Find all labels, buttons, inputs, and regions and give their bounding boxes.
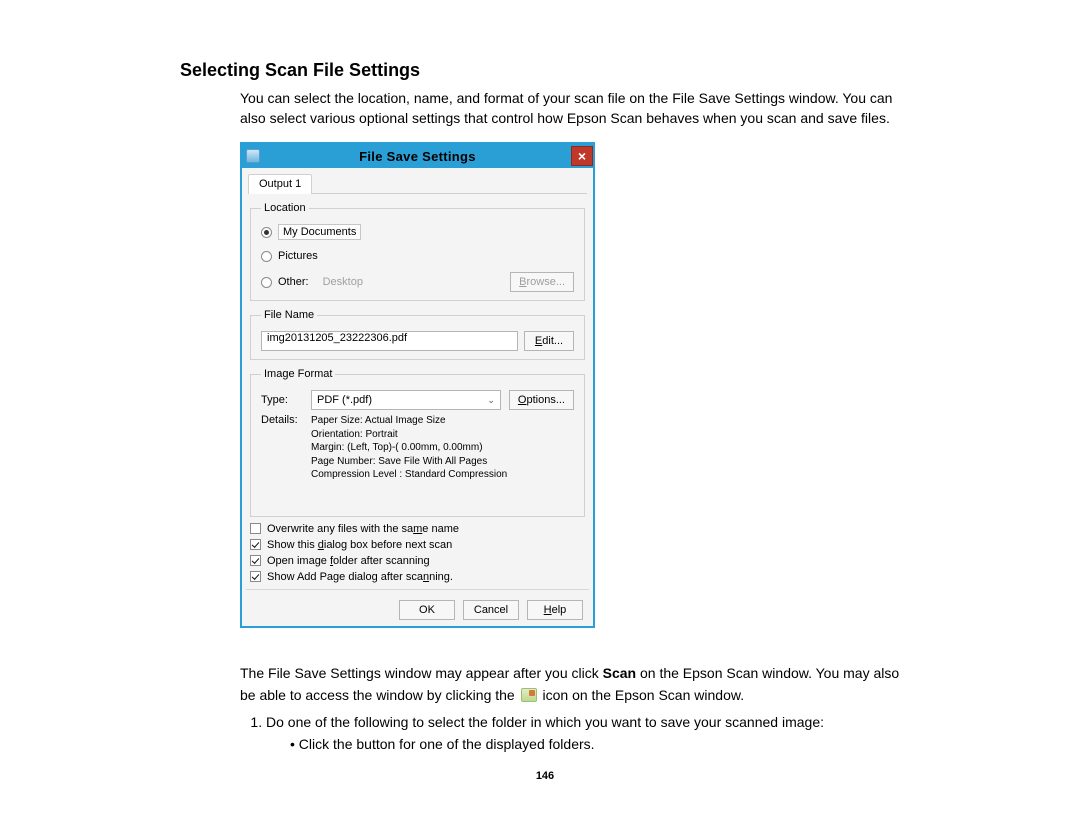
detail-line: Paper Size: Actual Image Size: [311, 414, 507, 428]
help-button[interactable]: Help: [527, 600, 583, 620]
radio-my-documents-label: My Documents: [278, 224, 361, 240]
type-dropdown-value: PDF (*.pdf): [317, 394, 372, 406]
file-save-settings-dialog: File Save Settings × Output 1 Location M…: [240, 142, 595, 628]
bullet-list: Click the button for one of the displaye…: [276, 736, 910, 752]
cancel-button[interactable]: Cancel: [463, 600, 519, 620]
location-legend: Location: [261, 202, 309, 214]
image-format-legend: Image Format: [261, 368, 335, 380]
check-show-dialog[interactable]: [250, 539, 261, 550]
detail-line: Orientation: Portrait: [311, 428, 507, 442]
titlebar: File Save Settings ×: [242, 144, 593, 168]
type-dropdown[interactable]: PDF (*.pdf) ⌄: [311, 390, 501, 410]
tab-bar: Output 1: [248, 174, 587, 194]
intro-text: You can select the location, name, and f…: [240, 89, 910, 128]
scan-settings-icon: [521, 688, 537, 702]
page-heading: Selecting Scan File Settings: [180, 60, 910, 81]
check-show-add-page-label: Show Add Page dialog after scanning.: [267, 571, 453, 583]
radio-pictures[interactable]: [261, 251, 272, 262]
step-list: Do one of the following to select the fo…: [240, 714, 910, 730]
window-title: File Save Settings: [242, 149, 593, 164]
check-overwrite-label: Overwrite any files with the same name: [267, 523, 459, 535]
details-list: Paper Size: Actual Image Size Orientatio…: [311, 414, 507, 482]
browse-button[interactable]: Browse...: [510, 272, 574, 292]
document-page: Selecting Scan File Settings You can sel…: [0, 0, 1080, 802]
detail-line: Margin: (Left, Top)-( 0.00mm, 0.00mm): [311, 441, 507, 455]
ok-button[interactable]: OK: [399, 600, 455, 620]
filename-group: File Name img20131205_23222306.pdf Edit.…: [250, 309, 585, 360]
filename-input[interactable]: img20131205_23222306.pdf: [261, 331, 518, 351]
radio-other-label: Other:: [278, 276, 309, 288]
check-overwrite[interactable]: [250, 523, 261, 534]
detail-line: Page Number: Save File With All Pages: [311, 455, 507, 469]
options-button[interactable]: Options...: [509, 390, 574, 410]
dialog-screenshot: File Save Settings × Output 1 Location M…: [240, 142, 910, 628]
check-show-dialog-label: Show this dialog box before next scan: [267, 539, 452, 551]
filename-legend: File Name: [261, 309, 317, 321]
location-group: Location My Documents Pictures Other: De…: [250, 202, 585, 301]
tab-output-1[interactable]: Output 1: [248, 174, 312, 194]
radio-my-documents[interactable]: [261, 227, 272, 238]
other-path-text: Desktop: [323, 276, 505, 288]
edit-button[interactable]: Edit...: [524, 331, 574, 351]
paragraph-after-dialog: The File Save Settings window may appear…: [240, 662, 910, 707]
separator: [246, 589, 589, 590]
radio-pictures-label: Pictures: [278, 250, 318, 262]
page-number: 146: [180, 770, 910, 782]
check-show-add-page[interactable]: [250, 571, 261, 582]
detail-line: Compression Level : Standard Compression: [311, 468, 507, 482]
step-1: Do one of the following to select the fo…: [266, 714, 910, 730]
image-format-group: Image Format Type: PDF (*.pdf) ⌄ Options…: [250, 368, 585, 517]
details-label: Details:: [261, 414, 303, 426]
bullet-1: Click the button for one of the displaye…: [290, 736, 910, 752]
check-open-folder[interactable]: [250, 555, 261, 566]
radio-other[interactable]: [261, 277, 272, 288]
type-label: Type:: [261, 394, 303, 406]
chevron-down-icon: ⌄: [487, 395, 495, 406]
check-open-folder-label: Open image folder after scanning: [267, 555, 430, 567]
